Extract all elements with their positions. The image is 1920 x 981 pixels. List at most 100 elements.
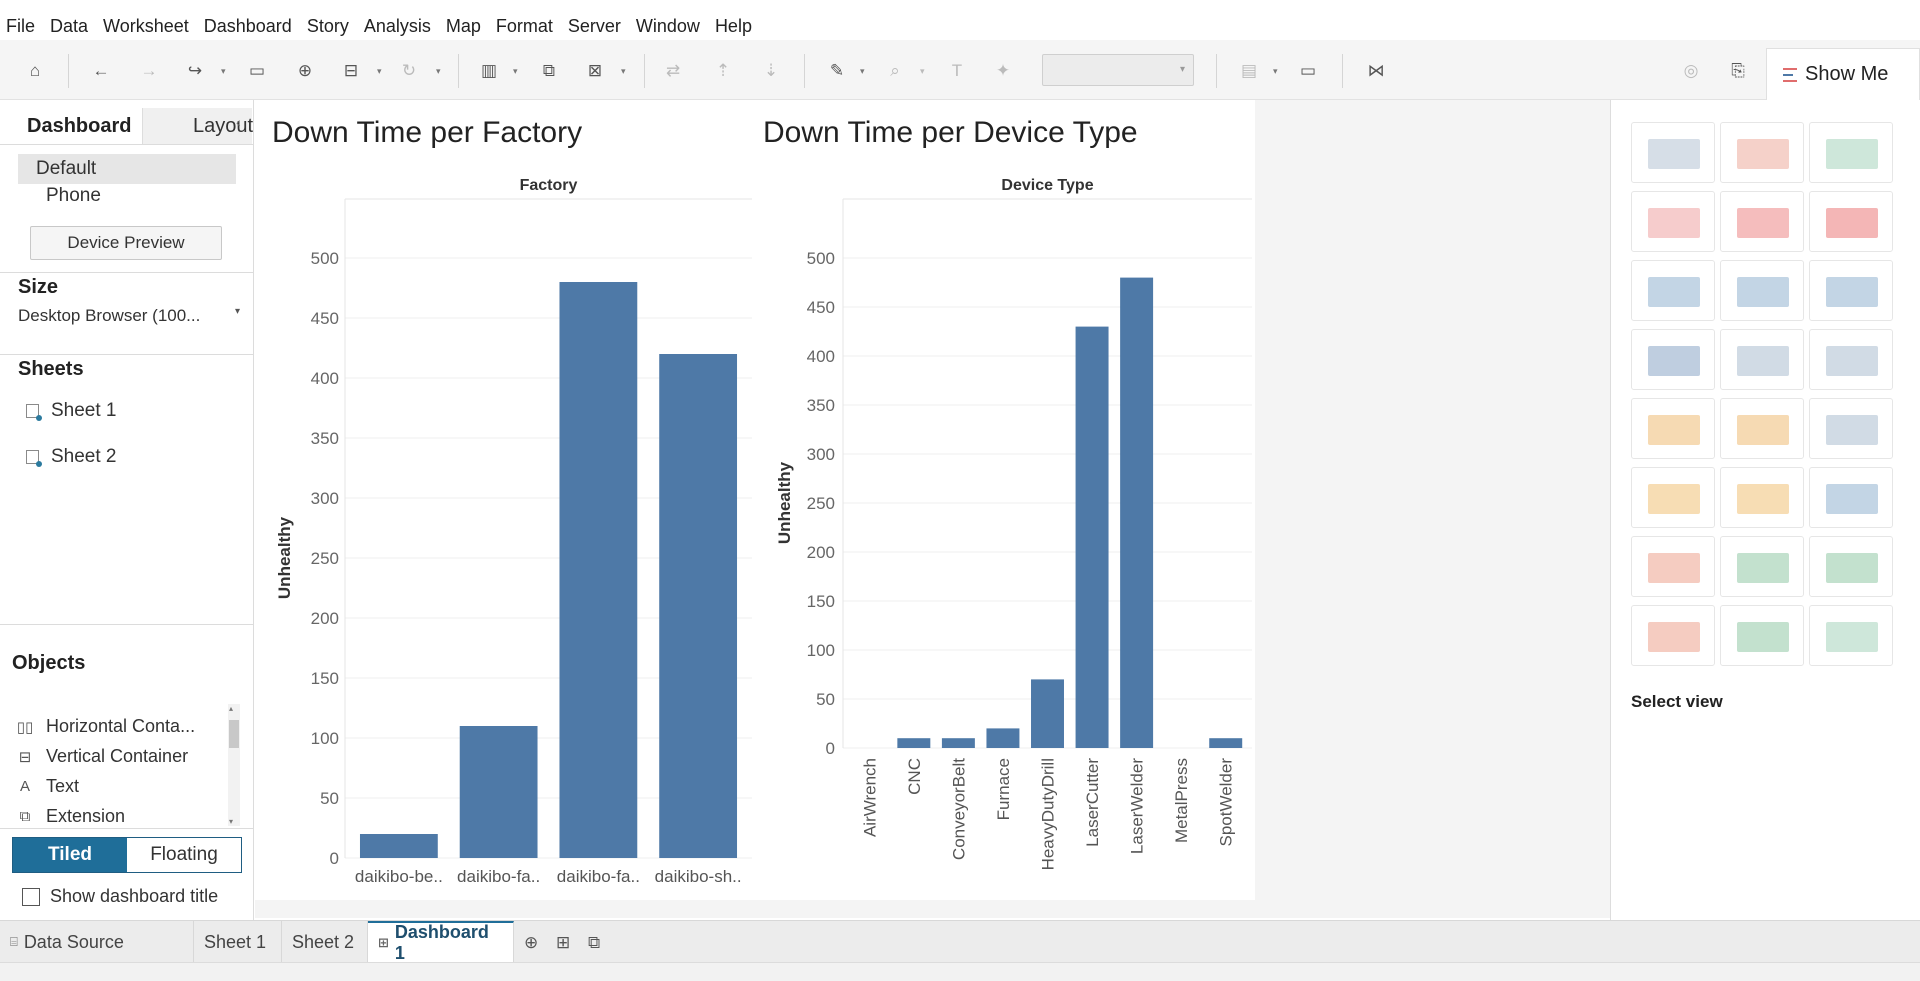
bar[interactable] <box>897 738 931 748</box>
bar[interactable] <box>659 354 738 858</box>
show-me-treemap-icon[interactable] <box>1631 329 1715 390</box>
refresh-icon[interactable]: ↻ <box>396 58 422 84</box>
bar[interactable] <box>359 834 438 858</box>
show-me-scatter-plot-icon[interactable] <box>1631 536 1715 597</box>
show-me-tab[interactable]: Show Me <box>1766 48 1920 100</box>
bar[interactable] <box>559 282 638 858</box>
bar[interactable] <box>941 738 975 748</box>
redo-icon[interactable]: → <box>136 58 162 84</box>
show-me-dual-combination-icon[interactable] <box>1809 467 1893 528</box>
menu-data[interactable]: Data <box>50 16 88 37</box>
object-vertical-container[interactable]: ⊟ Vertical Container <box>16 746 188 767</box>
objects-scrollbar[interactable]: ▴ ▾ <box>228 704 240 826</box>
pin-icon[interactable]: ✦ <box>990 58 1016 84</box>
save-icon[interactable]: ▭ <box>244 58 270 84</box>
collapse-pane-icon[interactable]: ‹ <box>236 114 241 130</box>
sheet-list-item-sheet2[interactable]: Sheet 2 <box>26 446 117 468</box>
bar[interactable] <box>1031 679 1064 748</box>
menu-story[interactable]: Story <box>307 16 349 37</box>
show-me-discrete-area-icon[interactable] <box>1720 467 1804 528</box>
menu-analysis[interactable]: Analysis <box>364 16 431 37</box>
group-caret-icon[interactable]: ▾ <box>920 66 925 77</box>
share-icon[interactable]: ⋈ <box>1363 58 1389 84</box>
bar[interactable] <box>1075 326 1109 748</box>
group-icon[interactable]: ⌕ <box>882 58 908 84</box>
sort-descending-icon[interactable]: ⇣ <box>758 58 784 84</box>
new-dashboard-tab-icon[interactable]: ⊞ <box>556 933 570 953</box>
show-me-continuous-area-icon[interactable] <box>1631 467 1715 528</box>
tab-dashboard[interactable]: Dashboard <box>14 108 140 144</box>
show-me-symbol-map-icon[interactable] <box>1631 191 1715 252</box>
scroll-up-icon[interactable]: ▴ <box>229 704 233 713</box>
show-me-heat-map-icon[interactable] <box>1720 122 1804 183</box>
pause-updates-icon[interactable]: ⊟ <box>338 58 364 84</box>
highlight-icon[interactable]: ✎ <box>824 58 850 84</box>
new-data-source-icon[interactable]: ⊕ <box>292 58 318 84</box>
menu-help[interactable]: Help <box>715 16 752 37</box>
fit-caret-icon[interactable]: ▾ <box>1273 66 1278 77</box>
show-me-highlight-table-icon[interactable] <box>1809 122 1893 183</box>
pause-caret-icon[interactable]: ▾ <box>377 66 382 77</box>
show-dashboard-title-checkbox[interactable]: Show dashboard title <box>22 886 218 907</box>
show-me-circle-views-icon[interactable] <box>1720 329 1804 390</box>
show-me-stacked-bars-icon[interactable] <box>1720 260 1804 321</box>
show-me-filled-map-icon[interactable] <box>1720 191 1804 252</box>
device-option-phone[interactable]: Phone <box>46 185 101 207</box>
duplicate-icon[interactable]: ⧉ <box>536 58 562 84</box>
show-me-gantt-chart-icon[interactable] <box>1631 605 1715 666</box>
tab-data-source[interactable]: ⌸ Data Source <box>0 921 194 963</box>
menu-dashboard[interactable]: Dashboard <box>204 16 292 37</box>
ask-data-icon[interactable]: ◎ <box>1678 58 1704 84</box>
object-horizontal-container[interactable]: ▯▯ Horizontal Conta... <box>16 716 195 737</box>
redirect-icon[interactable]: ↪ <box>182 58 208 84</box>
sheet-list-item-sheet1[interactable]: Sheet 1 <box>26 400 117 422</box>
new-worksheet-icon[interactable]: ▥ <box>476 58 502 84</box>
sort-ascending-icon[interactable]: ⇡ <box>710 58 736 84</box>
new-story-tab-icon[interactable]: ⧉ <box>588 933 600 953</box>
tab-dashboard1[interactable]: ⊞ Dashboard 1 <box>368 921 514 963</box>
size-dropdown[interactable]: Desktop Browser (100... ▾ <box>18 306 240 326</box>
format-painter-icon[interactable]: ⎘ <box>1725 58 1751 84</box>
floating-button[interactable]: Floating <box>127 838 241 872</box>
chart-down-time-per-factory[interactable]: Factory 0 50 100 150 200 250 300 350 400 450 500 Unh… <box>255 160 755 900</box>
show-me-discrete-lines-icon[interactable] <box>1720 398 1804 459</box>
refresh-caret-icon[interactable]: ▾ <box>436 66 441 77</box>
checkbox[interactable] <box>22 887 40 906</box>
show-me-horizontal-bars-icon[interactable] <box>1631 260 1715 321</box>
menu-map[interactable]: Map <box>446 16 481 37</box>
show-me-text-table-icon[interactable] <box>1631 122 1715 183</box>
show-me-dual-lines-icon[interactable] <box>1809 398 1893 459</box>
menu-file[interactable]: File <box>6 16 35 37</box>
object-text[interactable]: A Text <box>16 776 79 797</box>
fit-dropdown[interactable]: ▾ <box>1042 54 1194 86</box>
new-worksheet-tab-icon[interactable]: ⊕ <box>524 933 538 953</box>
clear-sheet-icon[interactable]: ⊠ <box>582 58 608 84</box>
device-option-default[interactable]: Default <box>18 154 236 184</box>
highlight-caret-icon[interactable]: ▾ <box>860 66 865 77</box>
bar[interactable] <box>1209 738 1243 748</box>
bar[interactable] <box>459 726 538 858</box>
clear-caret-icon[interactable]: ▾ <box>621 66 626 77</box>
show-me-side-by-side-bars-icon[interactable] <box>1809 260 1893 321</box>
fit-icon[interactable]: ▤ <box>1236 58 1262 84</box>
swap-icon[interactable]: ⇄ <box>660 58 686 84</box>
scroll-down-icon[interactable]: ▾ <box>229 817 233 826</box>
bar[interactable] <box>1120 277 1154 748</box>
show-me-bullet-graph-icon[interactable] <box>1720 605 1804 666</box>
labels-icon[interactable]: T <box>944 58 970 84</box>
presentation-icon[interactable]: ▭ <box>1295 58 1321 84</box>
show-me-side-by-side-circles-icon[interactable] <box>1809 329 1893 390</box>
show-me-box-and-whisker-icon[interactable] <box>1809 536 1893 597</box>
menu-window[interactable]: Window <box>636 16 700 37</box>
chart-down-time-per-device-type[interactable]: Device Type 0 50 100 150 200 250 300 350 400 450 50… <box>755 160 1255 900</box>
show-me-histogram-icon[interactable] <box>1720 536 1804 597</box>
redirect-caret-icon[interactable]: ▾ <box>221 66 226 77</box>
bar[interactable] <box>986 728 1020 748</box>
tab-sheet2[interactable]: Sheet 2 <box>282 921 368 963</box>
show-me-continuous-lines-icon[interactable] <box>1631 398 1715 459</box>
menu-worksheet[interactable]: Worksheet <box>103 16 189 37</box>
menu-format[interactable]: Format <box>496 16 553 37</box>
tab-sheet1[interactable]: Sheet 1 <box>194 921 282 963</box>
tiled-button[interactable]: Tiled <box>13 838 127 872</box>
object-extension[interactable]: ⧉ Extension <box>16 806 125 827</box>
